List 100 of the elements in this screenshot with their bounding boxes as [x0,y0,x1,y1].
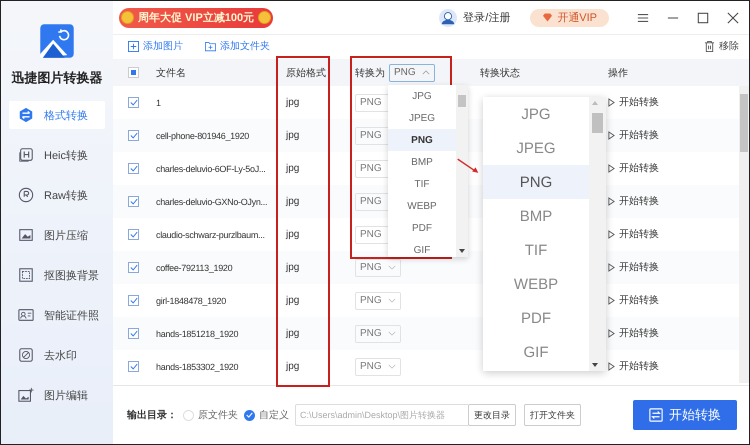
change-dir-button[interactable]: 更改目录 [468,404,516,426]
start-link[interactable]: 开始转换 [608,260,659,274]
promo-banner[interactable]: 周年大促 VIP立减100元 [119,8,274,28]
row-checkbox[interactable] [128,262,139,273]
row-checkbox[interactable] [128,361,139,372]
image-icon [18,227,34,243]
file-name: 1 [156,98,162,108]
sidebar-item[interactable]: 抠图换背景 [9,261,105,289]
diamond-icon [542,13,554,22]
play-icon [608,328,615,338]
row-checkbox[interactable] [128,163,139,174]
output-label: 输出目录： [127,408,177,422]
caret-icon [422,70,430,75]
sidebar-item[interactable]: 图片压缩 [9,221,105,249]
row-checkbox[interactable] [128,97,139,108]
swap-icon [649,408,663,422]
start-link[interactable]: 开始转换 [608,95,659,110]
start-link[interactable]: 开始转换 [608,194,659,208]
select-all-checkbox[interactable] [128,67,139,78]
sidebar-item[interactable]: 格式转换 [9,101,105,129]
frame-icon [18,267,34,283]
column-header: 转换为 [355,66,385,80]
sidebar-item[interactable]: Heic转换 [9,141,105,169]
file-name: charles-deluvio-GXNo-OJyn... [156,196,268,206]
start-link[interactable]: 开始转换 [608,227,659,242]
column-header: 文件名 [156,66,187,80]
file-format: jpg [284,328,300,339]
file-format: jpg [284,97,300,108]
sidebar-item[interactable]: Raw转换 [9,181,105,209]
image-plus-icon [18,387,34,403]
play-icon [608,230,615,239]
logo-icon [39,23,75,59]
column-header: 转换状态 [480,66,521,80]
h-letter-icon [18,147,34,163]
format-select[interactable]: PNG [355,258,401,276]
column-header: 操作 [608,66,629,80]
folder-plus-icon [205,40,216,52]
circle-slash-icon [18,347,34,363]
column-header: 原始格式 [285,66,327,80]
trash-icon [704,40,715,52]
row-checkbox[interactable] [128,328,139,339]
start-link[interactable]: 开始转换 [608,161,659,176]
start-link[interactable]: 开始转换 [608,293,659,308]
maximize-icon[interactable] [697,12,709,24]
row-checkbox[interactable] [128,196,139,207]
dropdown-option: PNG [483,165,589,199]
play-icon [608,262,615,272]
dropdown-option: PDF [483,301,589,335]
format-select[interactable]: PNG [389,64,435,82]
add-folder-button[interactable]: 添加文件夹 [205,39,270,53]
open-folder-button[interactable]: 打开文件夹 [524,404,581,426]
remove-button[interactable]: 移除 [704,39,739,53]
sidebar-item[interactable]: 图片编辑 [9,381,105,409]
row-checkbox[interactable] [128,295,139,306]
id-card-icon [18,307,34,323]
format-select[interactable]: PNG [355,292,401,310]
file-name: cell-phone-801946_1920 [156,130,250,140]
arrow [457,158,479,174]
login-link[interactable]: 登录/注册 [463,10,510,25]
file-format: jpg [284,229,300,240]
dropdown-option[interactable]: PNG [388,129,456,151]
row-checkbox[interactable] [128,130,139,141]
sidebar-item[interactable]: 智能证件照 [9,301,105,329]
add-image-button[interactable]: 添加图片 [128,39,183,53]
sidebar-item[interactable]: 去水印 [9,341,105,369]
start-link[interactable]: 开始转换 [608,359,659,374]
dropdown-option: JPEG [483,131,589,165]
dropdown-option: BMP [483,199,589,233]
start-button[interactable]: 开始转换 [633,400,737,430]
file-format: jpg [284,163,300,174]
vip-button[interactable]: 开通VIP [530,8,609,26]
file-format: jpg [284,130,300,141]
app-name: 迅捷图片转换器 [12,69,102,87]
plus-square-icon [128,40,139,52]
caret-icon [388,331,396,336]
scrollbar[interactable] [456,85,468,257]
start-link[interactable]: 开始转换 [608,326,659,340]
radio-label[interactable]: 自定义 [259,408,289,422]
close-icon[interactable] [727,12,739,24]
format-select[interactable]: PNG [355,358,401,376]
scrollbar[interactable] [739,86,749,383]
play-icon [608,164,615,173]
file-format: jpg [284,196,300,207]
file-format: jpg [284,361,300,372]
menu-icon[interactable] [637,12,649,24]
avatar-icon [439,8,458,26]
file-format: jpg [284,262,300,273]
play-icon [608,362,615,371]
format-select[interactable]: PNG [355,324,401,342]
dropdown-option: JPG [483,97,589,131]
play-icon [608,98,615,107]
play-icon [608,196,615,206]
dropdown-option: TIF [483,233,589,267]
row-checkbox[interactable] [128,229,139,240]
start-link[interactable]: 开始转换 [608,128,659,142]
file-format: jpg [284,295,300,306]
file-name: hands-1851218_1920 [156,328,240,338]
radio-label[interactable]: 原文件夹 [198,408,238,422]
radio-button[interactable] [244,410,255,420]
file-name: charles-deluvio-6OF-Ly-5oJ... [156,164,267,174]
